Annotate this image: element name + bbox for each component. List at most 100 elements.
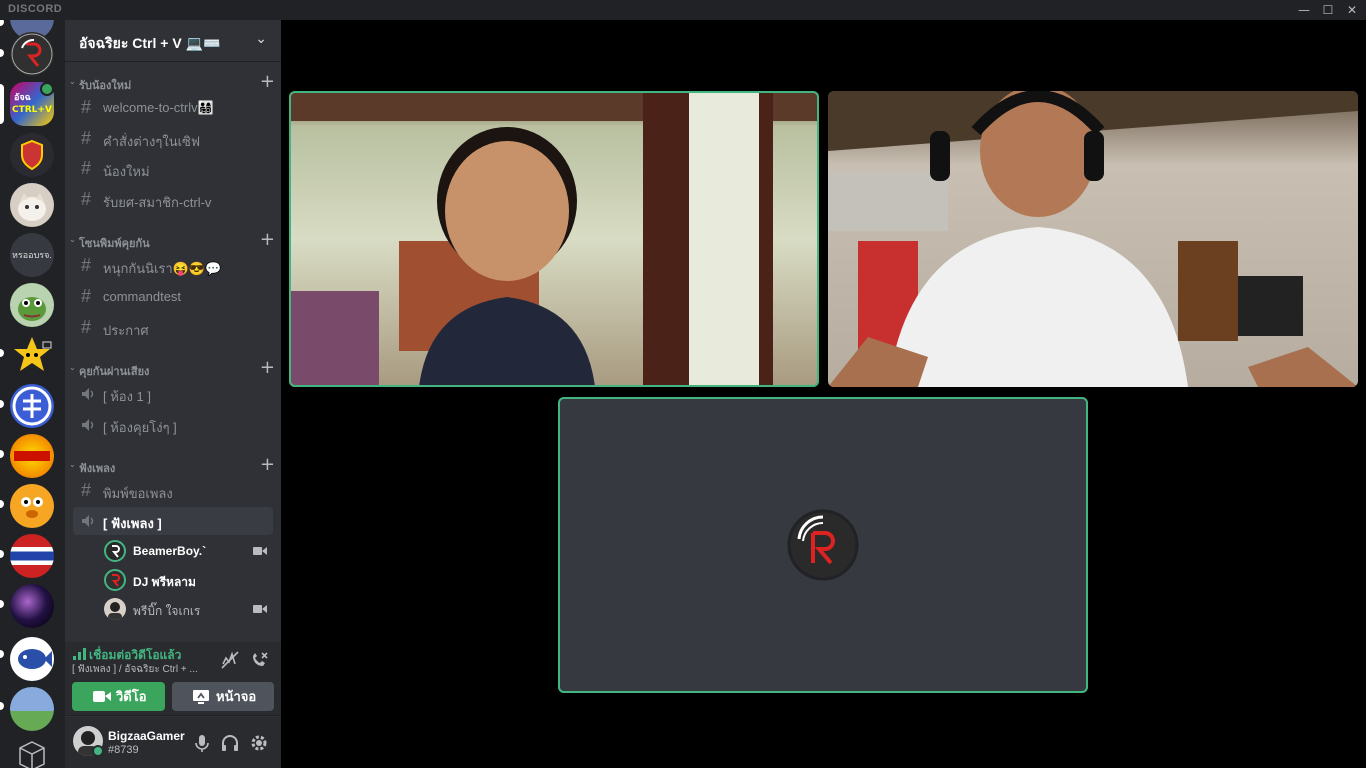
voice-user[interactable]: พรีบิ๊ก ใจเกเร: [101, 596, 273, 622]
username: BigzaaGamer: [108, 729, 185, 743]
speaker-icon: [82, 515, 94, 527]
unread-pill: [0, 650, 4, 658]
server-icon-jake[interactable]: [10, 484, 54, 528]
video-button[interactable]: วิดีโอ: [72, 682, 165, 711]
selected-pill: [0, 84, 4, 124]
avatar: [104, 598, 126, 620]
video-tile-2[interactable]: [828, 91, 1358, 387]
video-button-label: วิดีโอ: [116, 689, 147, 704]
camera-icon: [253, 547, 267, 555]
add-channel-icon[interactable]: +: [260, 71, 275, 92]
title-bar: DISCORD — ☐ ✕: [0, 0, 1366, 20]
category-header[interactable]: ⌄ รับน้องใหม่ +: [69, 71, 275, 92]
server-icon-cat[interactable]: [10, 183, 54, 227]
text-channel[interactable]: # ประกาศ: [73, 314, 273, 342]
text-channel[interactable]: # คำสั่งต่างๆในเซิฟ: [73, 125, 273, 153]
server-icon-blue[interactable]: [10, 384, 54, 428]
avatar: [104, 540, 126, 562]
voice-channel-active[interactable]: [ ฟังเพลง ]: [73, 507, 273, 535]
add-channel-icon[interactable]: +: [260, 454, 275, 475]
server-icon-text[interactable]: หรออบรจ.: [10, 233, 54, 277]
category-header[interactable]: ⌄ ฟังเพลง +: [69, 454, 275, 475]
server-header[interactable]: อัจฉริยะ Ctrl + V 💻⌨️ ⌄: [65, 20, 281, 62]
text-channel[interactable]: # รับยศ-สมาชิก-ctrl-v: [73, 186, 273, 214]
signal-icon: [73, 648, 86, 660]
server-icon-galaxy[interactable]: [10, 584, 54, 628]
r-logo-icon: [111, 545, 120, 558]
screen-share-icon: [193, 690, 209, 704]
category-label: ฟังเพลง: [79, 463, 116, 475]
category-header[interactable]: ⌄ คุยกันผ่านเสียง +: [69, 357, 275, 378]
fish-icon: [18, 649, 52, 669]
dog-icon: [21, 497, 43, 518]
unread-pill: [0, 49, 4, 57]
screen-share-badge: [40, 334, 54, 349]
person-avatar-icon: [108, 602, 122, 620]
text-channel[interactable]: # welcome-to-ctrlv👨‍👩‍👧‍👦: [73, 94, 273, 122]
screen-share-button[interactable]: หน้าจอ: [172, 682, 274, 711]
unread-pill: [0, 20, 4, 26]
category-header[interactable]: ⌄ โซนพิมพ์คุยกัน +: [69, 229, 275, 250]
headphones-icon[interactable]: [219, 732, 241, 754]
shield-icon: [21, 139, 43, 171]
gear-icon[interactable]: [248, 732, 270, 754]
explore-icon[interactable]: [10, 736, 54, 768]
video-tile-1[interactable]: [289, 91, 819, 387]
voice-user[interactable]: BeamerBoy.`: [101, 538, 273, 564]
server-icon-siam[interactable]: [10, 434, 54, 478]
channel-name: commandtest: [103, 289, 182, 304]
server-icon-landscape[interactable]: [10, 687, 54, 731]
server-icon-shield[interactable]: [10, 133, 54, 177]
hash-icon: #: [81, 480, 92, 500]
chevron-down-icon: ⌄: [69, 235, 76, 244]
server-icon-frog[interactable]: [10, 283, 54, 327]
server-list: อัจฉ CTRL+V หรออบรจ.: [0, 20, 65, 768]
disconnect-icon[interactable]: [249, 650, 269, 670]
unread-pill: [0, 349, 4, 357]
hash-icon: #: [81, 97, 92, 117]
chevron-down-icon: ⌄: [69, 460, 76, 469]
server-acronym: หรออบรจ.: [12, 250, 52, 260]
chevron-down-icon: ⌄: [69, 77, 76, 86]
voice-channel[interactable]: [ ห้องคุยโง่ๆ ]: [73, 411, 273, 439]
chevron-down-icon: ⌄: [69, 363, 76, 372]
microphone-icon[interactable]: [191, 732, 213, 754]
video-stage: [281, 20, 1366, 768]
voice-channel[interactable]: [ ห้อง 1 ]: [73, 380, 273, 408]
add-channel-icon[interactable]: +: [260, 357, 275, 378]
voice-location[interactable]: [ ฟังเพลง ] / อัจฉริยะ Ctrl + ...: [72, 662, 198, 677]
webcam-video-1: [289, 91, 819, 387]
hash-icon: #: [81, 317, 92, 337]
speaker-icon: [82, 388, 94, 400]
channel-name: [ ห้อง 1 ]: [103, 389, 152, 404]
unread-pill: [0, 702, 4, 710]
category-label: รับน้องใหม่: [79, 80, 132, 92]
hash-icon: #: [81, 286, 92, 306]
unread-pill: [0, 450, 4, 458]
user-tag: #8739: [108, 744, 139, 756]
voice-user[interactable]: DJ พรีหลาม: [101, 567, 273, 593]
channel-name: รับยศ-สมาชิก-ctrl-v: [103, 195, 212, 210]
speaker-icon: [82, 419, 94, 431]
hash-icon: #: [81, 158, 92, 178]
close-button[interactable]: ✕: [1338, 0, 1366, 20]
text-channel[interactable]: # พิมพ์ขอเพลง: [73, 477, 273, 505]
text-channel[interactable]: # หนุกกันนิเรา😝😎💬: [73, 252, 273, 280]
server-icon-flag[interactable]: [10, 534, 54, 578]
text-channel[interactable]: # น้องใหม่: [73, 155, 273, 183]
server-icon-r[interactable]: [10, 32, 54, 76]
text-channel[interactable]: # commandtest: [73, 283, 273, 311]
circle-logo-icon: [12, 386, 52, 426]
monitor-icon: [42, 341, 52, 349]
noise-suppression-icon[interactable]: [220, 650, 240, 670]
add-channel-icon[interactable]: +: [260, 229, 275, 250]
logo-icon: [14, 451, 50, 461]
voice-connection-panel: เชื่อมต่อวิดีโอแล้ว [ ฟังเพลง ] / อัจฉริ…: [65, 642, 281, 716]
avatar: [104, 569, 126, 591]
server-name: อัจฉริยะ Ctrl + V 💻⌨️: [79, 35, 221, 51]
chevron-down-icon[interactable]: ⌄: [255, 31, 267, 47]
hash-icon: #: [81, 255, 92, 275]
video-tile-3[interactable]: [558, 397, 1088, 693]
channel-name: [ ฟังเพลง ]: [103, 516, 162, 531]
server-icon-fish[interactable]: [10, 637, 54, 681]
